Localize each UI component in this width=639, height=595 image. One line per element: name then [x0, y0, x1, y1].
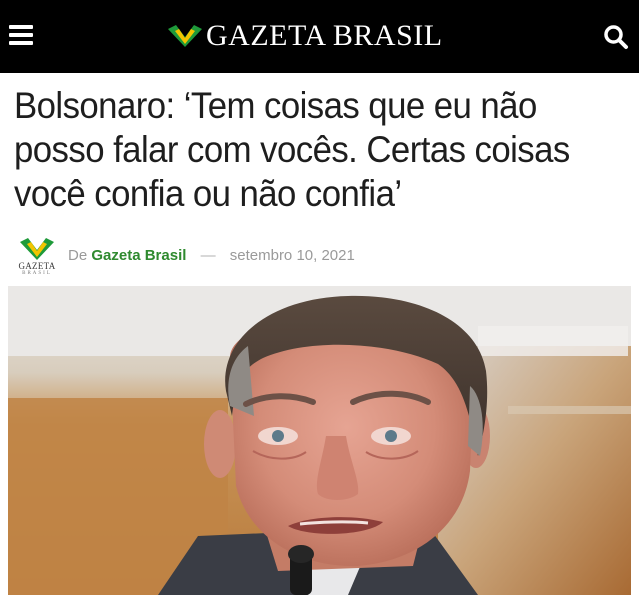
avatar-label: GAZETA — [18, 261, 56, 271]
brand-chevron-icon — [168, 25, 202, 47]
byline-text: De Gazeta Brasil — setembro 10, 2021 — [68, 246, 355, 266]
speaker-photo — [8, 286, 631, 595]
avatar-logo-icon — [20, 238, 54, 260]
top-navigation-bar: GAZETA BRASIL — [0, 0, 639, 73]
avatar-sublabel: BRASIL — [22, 271, 52, 276]
hamburger-menu-icon[interactable] — [9, 24, 33, 48]
author-link[interactable]: Gazeta Brasil — [91, 247, 186, 264]
site-logo[interactable]: GAZETA BRASIL — [168, 18, 443, 54]
publish-date: setembro 10, 2021 — [229, 247, 355, 264]
byline-separator: — — [200, 247, 216, 264]
search-icon[interactable] — [603, 24, 629, 50]
featured-image — [8, 286, 631, 595]
article-headline: Bolsonaro: ‘Tem coisas que eu não posso … — [14, 85, 570, 214]
site-name: GAZETA BRASIL — [206, 19, 443, 52]
author-avatar[interactable]: GAZETA BRASIL — [15, 236, 59, 280]
search-glyph — [604, 25, 628, 49]
byline-prefix: De — [68, 247, 88, 264]
menu-line — [9, 41, 33, 45]
menu-line — [9, 25, 33, 29]
menu-line — [9, 33, 33, 37]
article-byline: GAZETA BRASIL De Gazeta Brasil — setembr… — [15, 236, 625, 280]
